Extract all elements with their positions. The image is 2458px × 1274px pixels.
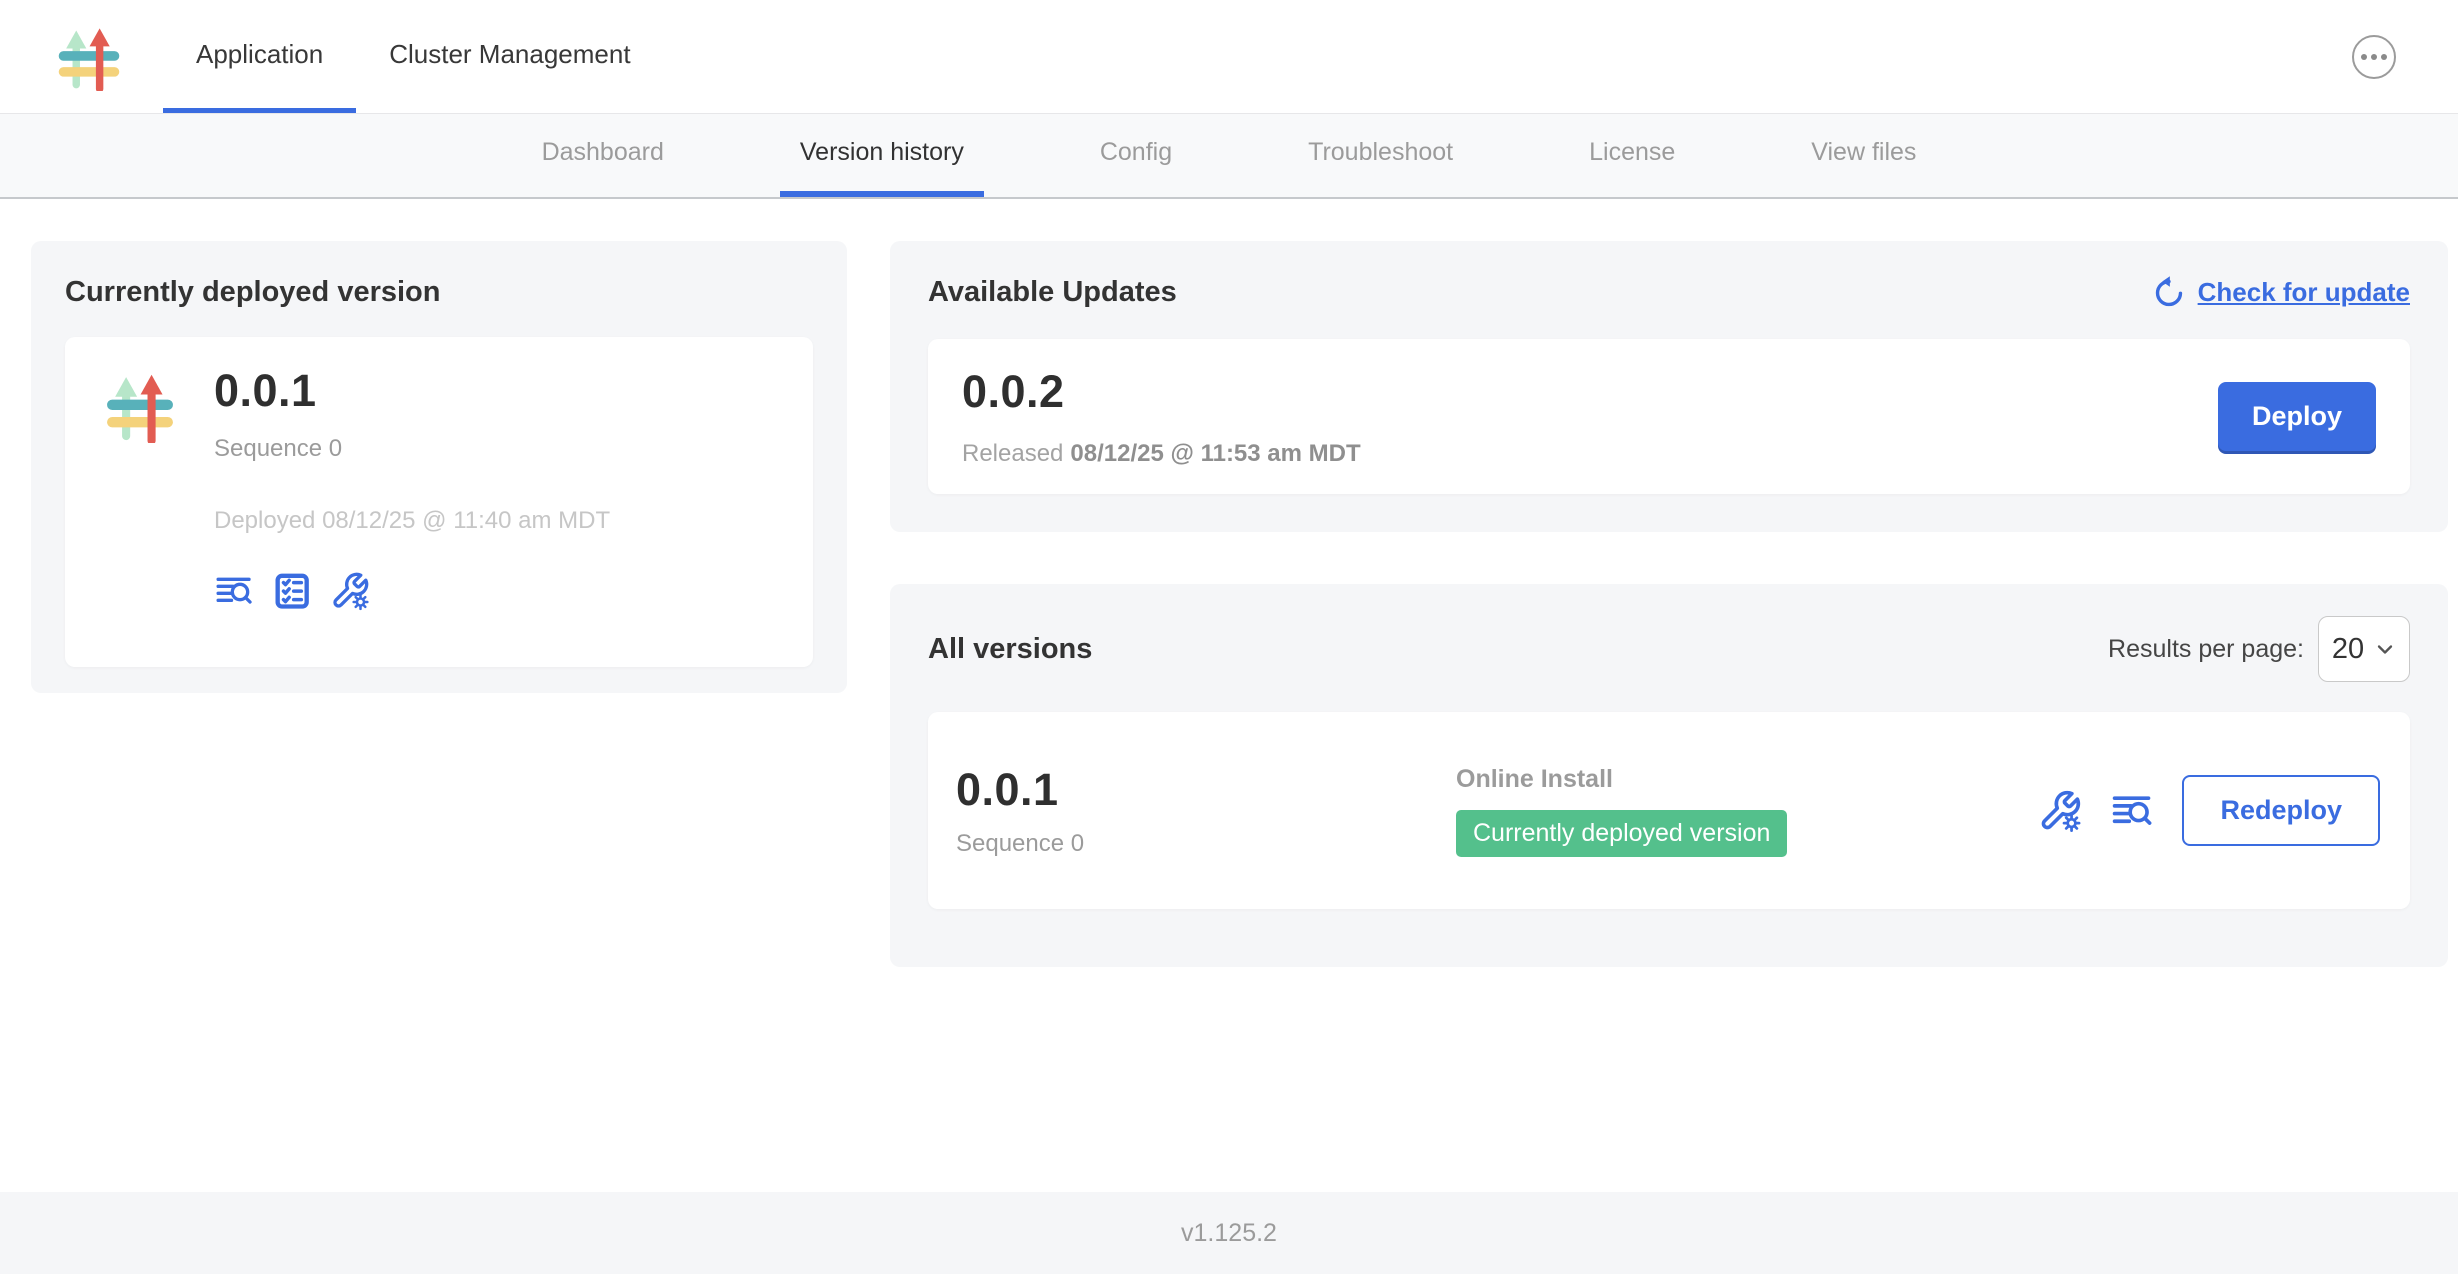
preflight-checks-icon[interactable] bbox=[272, 571, 312, 611]
all-versions-header: All versions Results per page: 20 bbox=[928, 616, 2410, 682]
kots-admin-console: Application Cluster Management Dashboard… bbox=[0, 0, 2458, 1274]
tab-cluster-management[interactable]: Cluster Management bbox=[356, 0, 663, 113]
deployed-version-label: 0.0.1 bbox=[214, 365, 610, 417]
console-version-label: v1.125.2 bbox=[1181, 1219, 1277, 1248]
primary-tabs: Application Cluster Management bbox=[163, 0, 664, 113]
currently-deployed-title: Currently deployed version bbox=[65, 276, 813, 309]
release-notes-icon[interactable] bbox=[214, 571, 254, 611]
redeploy-button[interactable]: Redeploy bbox=[2182, 775, 2380, 846]
row-version-info: 0.0.1 Sequence 0 bbox=[956, 764, 1456, 858]
update-released-timestamp: Released08/12/25 @ 11:53 am MDT bbox=[962, 440, 1361, 468]
app-logo-icon bbox=[55, 23, 123, 91]
currently-deployed-card: 0.0.1 Sequence 0 Deployed 08/12/25 @ 11:… bbox=[65, 337, 813, 667]
all-versions-section: All versions Results per page: 20 0.0.1 … bbox=[890, 584, 2448, 967]
all-versions-title: All versions bbox=[928, 633, 1092, 666]
currently-deployed-section: Currently deployed version 0.0.1 Sequenc… bbox=[31, 241, 847, 693]
config-icon[interactable] bbox=[330, 571, 370, 611]
results-per-page: Results per page: 20 bbox=[2108, 616, 2410, 682]
results-per-page-value: 20 bbox=[2332, 633, 2364, 666]
subnav-item-dashboard[interactable]: Dashboard bbox=[522, 114, 684, 197]
app-header: Application Cluster Management bbox=[0, 0, 2458, 113]
update-details: 0.0.2 Released08/12/25 @ 11:53 am MDT bbox=[962, 366, 1361, 468]
currently-deployed-column: Currently deployed version 0.0.1 Sequenc… bbox=[31, 241, 847, 693]
versions-column: Available Updates Check for update 0.0.2… bbox=[890, 241, 2448, 967]
install-type-label: Online Install bbox=[1456, 765, 2038, 794]
overflow-menu-icon[interactable] bbox=[2352, 35, 2396, 79]
results-per-page-label: Results per page: bbox=[2108, 635, 2304, 664]
app-footer: v1.125.2 bbox=[0, 1192, 2458, 1274]
deployed-version-details: 0.0.1 Sequence 0 Deployed 08/12/25 @ 11:… bbox=[214, 365, 610, 633]
available-updates-title: Available Updates bbox=[928, 276, 1177, 309]
available-update-card: 0.0.2 Released08/12/25 @ 11:53 am MDT De… bbox=[928, 339, 2410, 494]
row-version-label: 0.0.1 bbox=[956, 764, 1456, 816]
deployed-timestamp: Deployed 08/12/25 @ 11:40 am MDT bbox=[214, 507, 610, 535]
row-sequence-label: Sequence 0 bbox=[956, 830, 1456, 858]
subnav-item-troubleshoot[interactable]: Troubleshoot bbox=[1288, 114, 1473, 197]
app-subnav: Dashboard Version history Config Trouble… bbox=[0, 113, 2458, 199]
tab-application[interactable]: Application bbox=[163, 0, 356, 113]
row-actions: Redeploy bbox=[2038, 775, 2380, 846]
deployed-version-actions bbox=[214, 571, 610, 611]
available-updates-section: Available Updates Check for update 0.0.2… bbox=[890, 241, 2448, 532]
subnav-item-config[interactable]: Config bbox=[1080, 114, 1192, 197]
check-for-update-link[interactable]: Check for update bbox=[2152, 275, 2410, 309]
app-logo-icon bbox=[103, 369, 177, 443]
main-content: Currently deployed version 0.0.1 Sequenc… bbox=[0, 199, 2458, 967]
section-gap bbox=[890, 532, 2448, 584]
results-per-page-select[interactable]: 20 bbox=[2318, 616, 2410, 682]
refresh-icon bbox=[2152, 275, 2186, 309]
update-version-label: 0.0.2 bbox=[962, 366, 1361, 418]
chevron-down-icon bbox=[2374, 638, 2396, 660]
release-notes-icon[interactable] bbox=[2110, 789, 2154, 833]
subnav-item-view-files[interactable]: View files bbox=[1791, 114, 1936, 197]
currently-deployed-badge: Currently deployed version bbox=[1456, 810, 1787, 857]
deployed-sequence-label: Sequence 0 bbox=[214, 435, 610, 463]
available-updates-header: Available Updates Check for update bbox=[928, 275, 2410, 309]
deploy-button[interactable]: Deploy bbox=[2218, 382, 2376, 451]
check-for-update-label: Check for update bbox=[2198, 277, 2410, 308]
config-icon[interactable] bbox=[2038, 789, 2082, 833]
row-install-info: Online Install Currently deployed versio… bbox=[1456, 765, 2038, 857]
subnav-item-version-history[interactable]: Version history bbox=[780, 114, 984, 197]
version-row: 0.0.1 Sequence 0 Online Install Currentl… bbox=[928, 712, 2410, 909]
subnav-item-license[interactable]: License bbox=[1569, 114, 1695, 197]
